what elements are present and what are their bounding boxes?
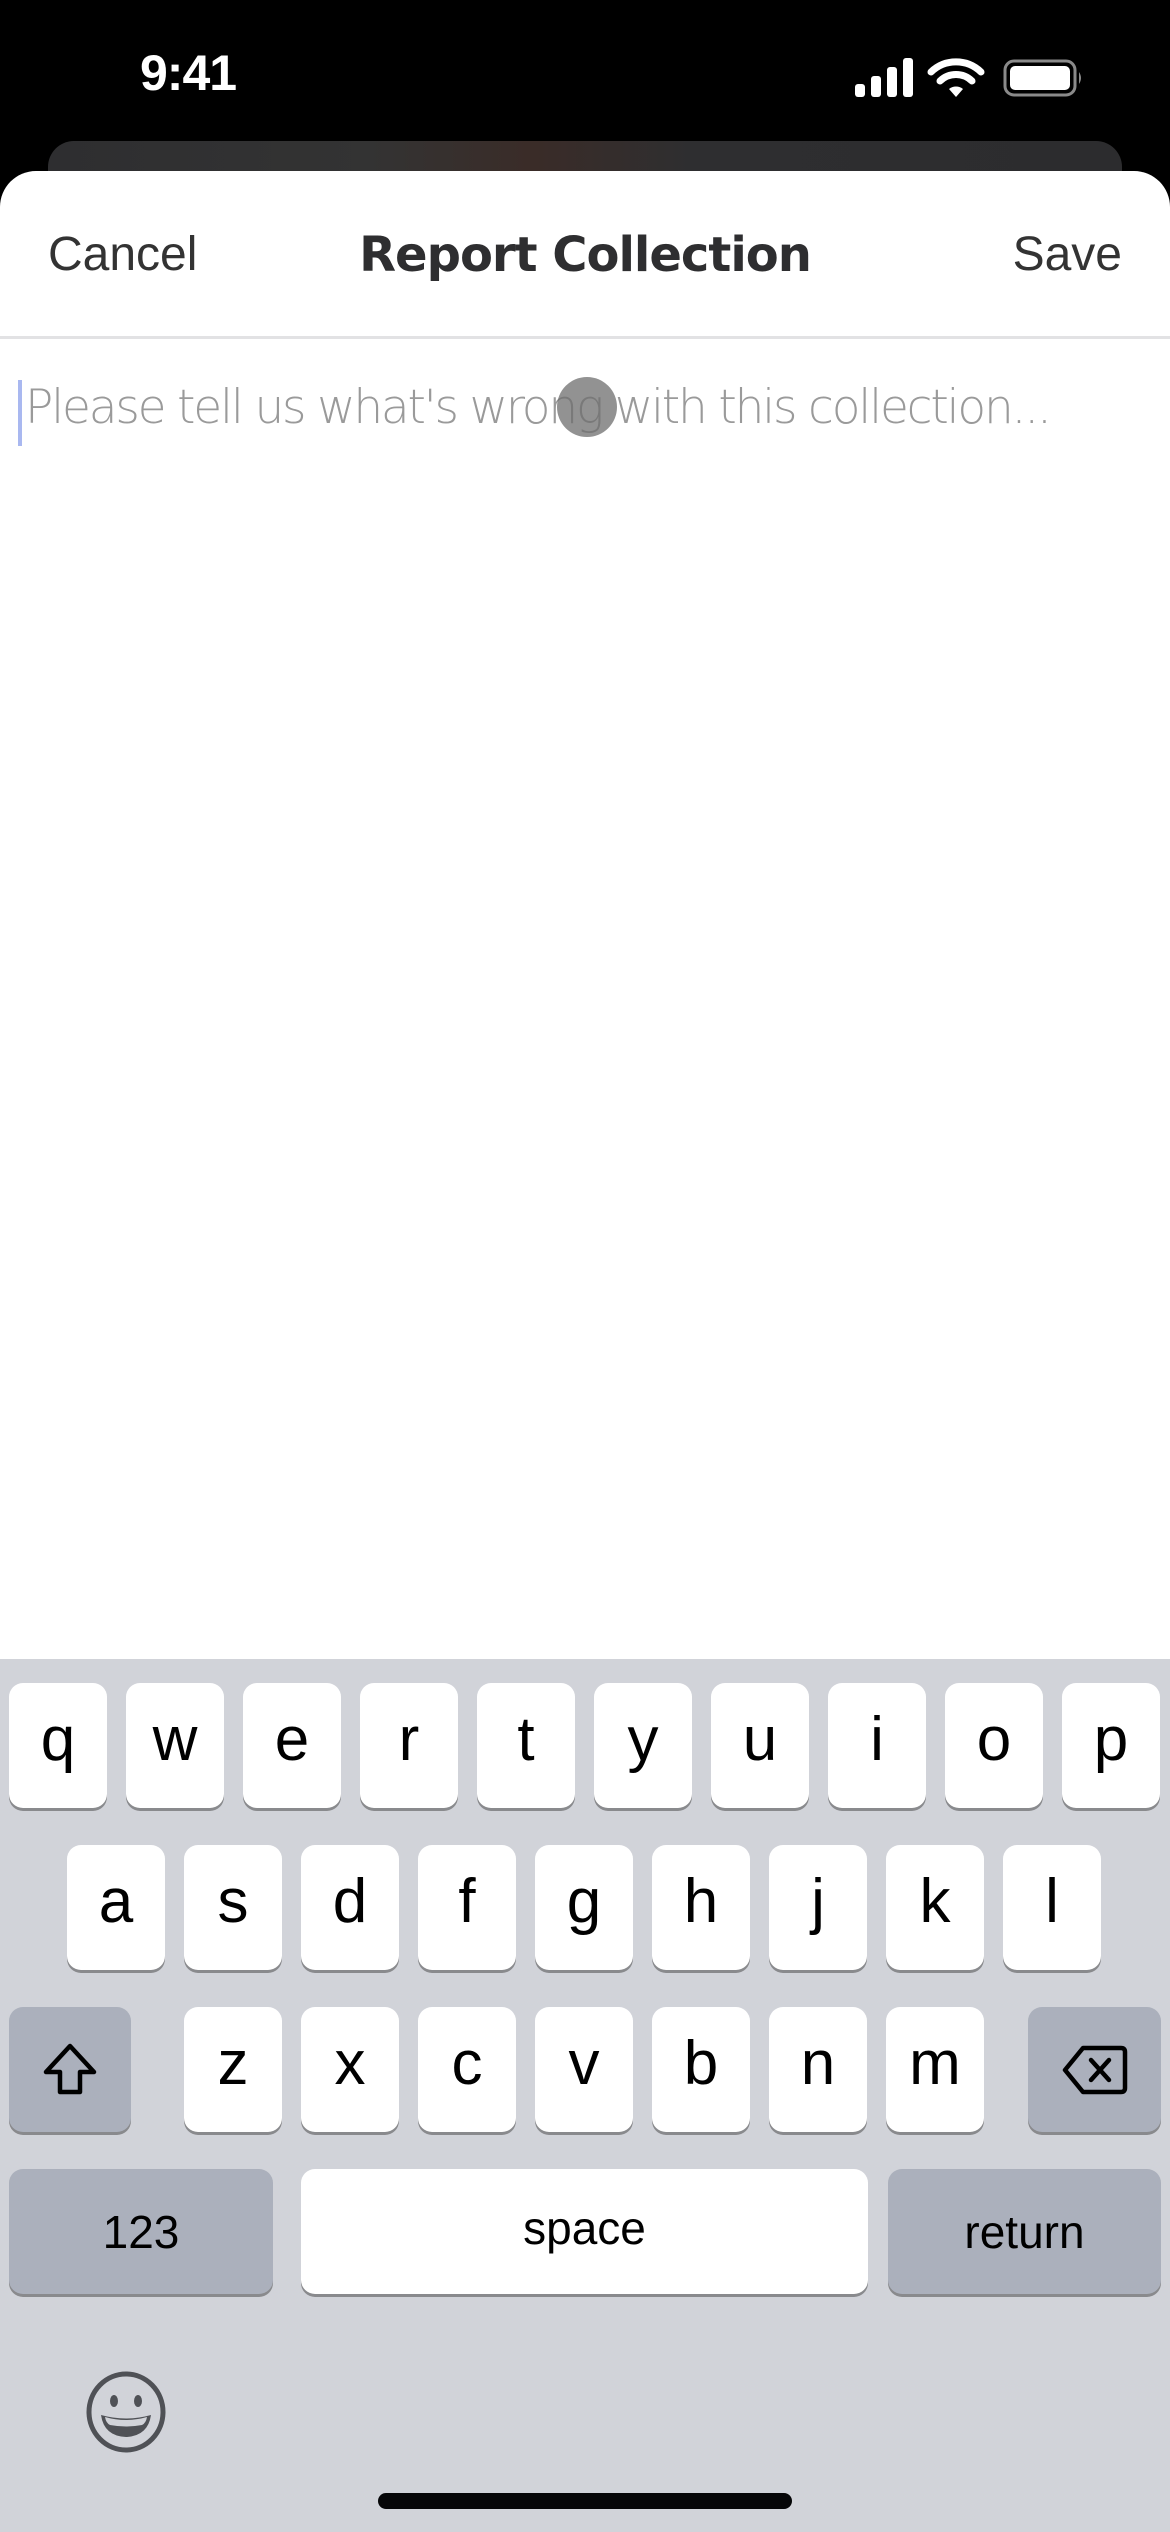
key-f[interactable]: f [418,1845,516,1970]
key-d[interactable]: d [301,1845,399,1970]
key-z[interactable]: z [184,2007,282,2132]
key-label: z [217,2029,249,2098]
status-icons [853,58,1085,98]
key-w[interactable]: w [126,1683,224,1808]
return-key[interactable]: return [888,2169,1161,2294]
key-t[interactable]: t [477,1683,575,1808]
emoji-button[interactable] [84,2370,168,2454]
key-label: h [683,1867,719,1936]
key-label: l [1045,1867,1059,1936]
status-time: 9:41 [140,45,237,101]
key-label: q [40,1705,76,1774]
touch-indicator [557,377,617,437]
key-g[interactable]: g [535,1845,633,1970]
key-label: d [332,1867,368,1936]
key-p[interactable]: p [1062,1683,1160,1808]
key-s[interactable]: s [184,1845,282,1970]
key-y[interactable]: y [594,1683,692,1808]
numbers-key[interactable]: 123 [9,2169,273,2294]
key-k[interactable]: k [886,1845,984,1970]
key-x[interactable]: x [301,2007,399,2132]
key-l[interactable]: l [1003,1845,1101,1970]
key-a[interactable]: a [67,1845,165,1970]
space-key[interactable]: space [301,2169,868,2294]
key-label: i [870,1705,884,1774]
key-i[interactable]: i [828,1683,926,1808]
key-label: n [800,2029,836,2098]
key-label: v [568,2029,600,2098]
emoji-icon [86,2371,166,2453]
report-text-input[interactable]: Please tell us what's wrong with this co… [0,342,1170,1662]
shift-icon [43,2043,97,2094]
key-v[interactable]: v [535,2007,633,2132]
status-bar: 9:41 [0,0,1170,140]
key-label: x [334,2029,366,2098]
key-label: return [964,2205,1085,2258]
key-label: r [398,1705,420,1774]
key-label: k [919,1867,951,1936]
key-e[interactable]: e [243,1683,341,1808]
key-label: w [152,1705,198,1774]
key-r[interactable]: r [360,1683,458,1808]
key-label: j [811,1867,825,1936]
key-m[interactable]: m [886,2007,984,2132]
home-indicator [378,2493,792,2509]
cellular-signal-icon [855,58,913,97]
navigation-bar: Cancel Report Collection Save [0,171,1170,339]
key-label: 123 [102,2205,180,2258]
key-label: m [909,2029,961,2098]
key-label: e [274,1705,310,1774]
key-c[interactable]: c [418,2007,516,2132]
report-input-placeholder: Please tell us what's wrong with this co… [25,380,1052,435]
key-label: space [523,2201,646,2254]
key-label: a [98,1867,134,1936]
key-j[interactable]: j [769,1845,867,1970]
wifi-icon [927,58,985,97]
key-o[interactable]: o [945,1683,1043,1808]
page-title: Report Collection [359,227,812,283]
text-caret [18,380,22,446]
save-button[interactable]: Save [1013,227,1122,282]
key-h[interactable]: h [652,1845,750,1970]
key-label: y [627,1705,659,1774]
key-label: u [742,1705,778,1774]
key-label: c [451,2029,483,2098]
key-label: t [517,1705,535,1774]
key-label: g [566,1867,602,1936]
key-label: b [683,2029,719,2098]
delete-key[interactable] [1028,2007,1161,2132]
key-u[interactable]: u [711,1683,809,1808]
battery-icon [1003,59,1081,97]
key-label: s [217,1867,249,1936]
key-label: o [976,1705,1012,1774]
key-n[interactable]: n [769,2007,867,2132]
delete-icon [1062,2045,1127,2094]
key-label: f [458,1867,476,1936]
keyboard: q w e r t y u i o p a s d f g h j k l z … [0,1659,1170,2532]
key-label: p [1093,1705,1129,1774]
key-q[interactable]: q [9,1683,107,1808]
shift-key[interactable] [9,2007,131,2132]
key-b[interactable]: b [652,2007,750,2132]
